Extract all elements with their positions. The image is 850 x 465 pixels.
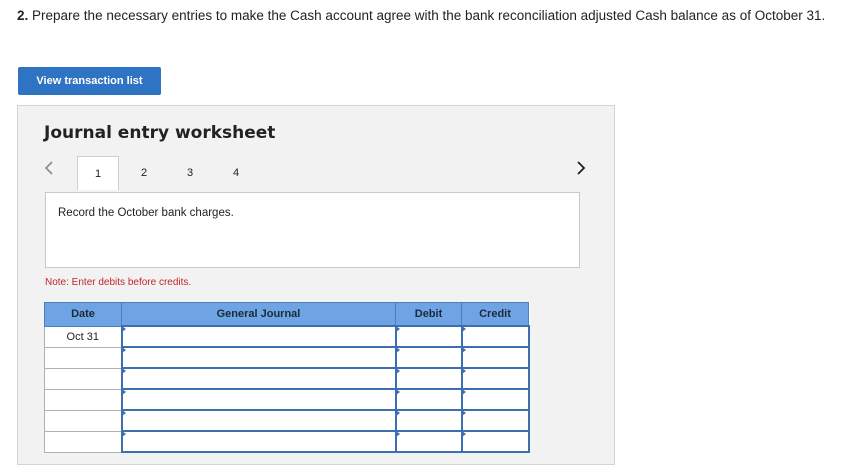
tab-2[interactable]: 2 <box>123 156 165 190</box>
table-row: Oct 31 <box>44 325 530 348</box>
debit-input[interactable] <box>394 346 463 369</box>
header-debit: Debit <box>395 302 462 327</box>
chevron-left-icon[interactable] <box>43 159 59 181</box>
tab-3[interactable]: 3 <box>169 156 211 190</box>
account-input[interactable] <box>120 409 397 432</box>
date-cell <box>44 430 122 453</box>
header-credit: Credit <box>461 302 529 327</box>
debit-input[interactable] <box>394 409 463 432</box>
tab-label: 4 <box>232 167 240 179</box>
question-number: 2. <box>17 8 29 23</box>
account-input[interactable] <box>120 325 397 348</box>
account-input[interactable] <box>120 346 397 369</box>
account-input[interactable] <box>120 367 397 390</box>
view-transaction-list-button[interactable]: View transaction list <box>18 67 161 95</box>
tab-1[interactable]: 1 <box>77 156 119 190</box>
table-row <box>44 409 530 432</box>
credit-input[interactable] <box>460 409 530 432</box>
question-body: Prepare the necessary entries to make th… <box>32 8 826 23</box>
table-row <box>44 367 530 390</box>
date-cell <box>44 388 122 411</box>
date-cell <box>44 409 122 432</box>
chevron-right-icon[interactable] <box>575 159 591 181</box>
debit-input[interactable] <box>394 367 463 390</box>
header-date: Date <box>44 302 122 327</box>
credit-input[interactable] <box>460 430 530 453</box>
tab-label: 2 <box>140 167 148 179</box>
table-row <box>44 346 530 369</box>
entry-description-box: Record the October bank charges. <box>45 192 580 268</box>
credit-input[interactable] <box>460 367 530 390</box>
entry-description: Record the October bank charges. <box>58 207 234 219</box>
tab-4[interactable]: 4 <box>215 156 257 190</box>
account-input[interactable] <box>120 430 397 453</box>
date-cell <box>44 367 122 390</box>
table-row <box>44 388 530 411</box>
debit-input[interactable] <box>394 325 463 348</box>
tab-label: 3 <box>186 167 194 179</box>
debit-input[interactable] <box>394 430 463 453</box>
journal-table: Date General Journal Debit Credit Oct 31 <box>44 302 530 453</box>
header-general-journal: General Journal <box>121 302 396 327</box>
debits-note: Note: Enter debits before credits. <box>45 277 192 288</box>
account-input[interactable] <box>120 388 397 411</box>
question-text: 2. Prepare the necessary entries to make… <box>17 8 847 24</box>
credit-input[interactable] <box>460 325 530 348</box>
date-cell <box>44 346 122 369</box>
worksheet-title: Journal entry worksheet <box>44 123 276 143</box>
journal-entry-worksheet-panel: Journal entry worksheet 1 2 3 4 Record t… <box>17 105 615 465</box>
debit-input[interactable] <box>394 388 463 411</box>
tab-label: 1 <box>94 167 102 180</box>
credit-input[interactable] <box>460 346 530 369</box>
date-cell: Oct 31 <box>44 325 122 348</box>
table-header-row: Date General Journal Debit Credit <box>44 302 529 327</box>
credit-input[interactable] <box>460 388 530 411</box>
table-row <box>44 430 530 453</box>
